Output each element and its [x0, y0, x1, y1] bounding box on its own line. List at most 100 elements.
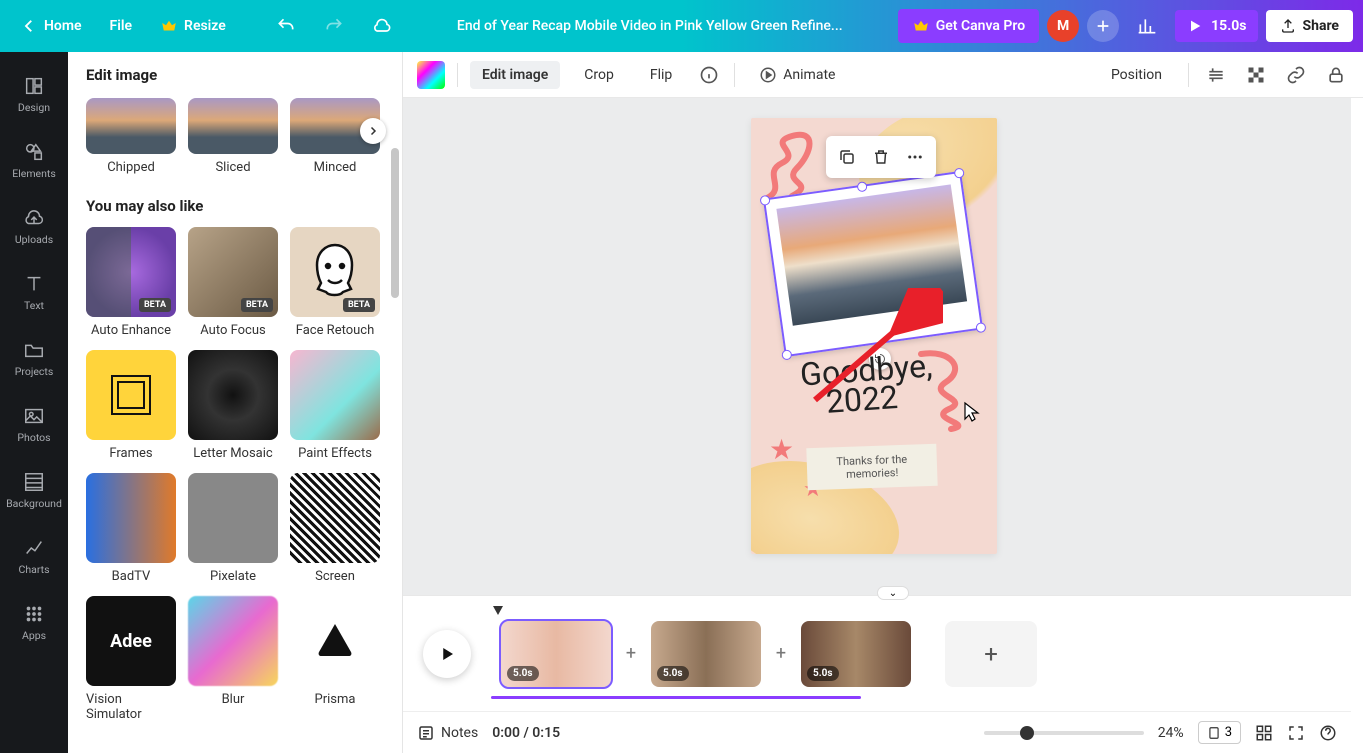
zoom-value[interactable]: 24% — [1158, 725, 1184, 741]
add-page-button[interactable]: + — [945, 621, 1037, 687]
crop-button[interactable]: Crop — [572, 61, 626, 89]
flip-button[interactable]: Flip — [638, 61, 684, 89]
timeline-clip[interactable]: 5.0s — [801, 621, 911, 687]
rail-apps[interactable]: Apps — [0, 590, 68, 654]
script-text[interactable]: Goodbye, 2022 — [799, 351, 935, 418]
rail-uploads[interactable]: Uploads — [0, 194, 68, 258]
effect-sliced[interactable] — [188, 98, 278, 154]
effect-pixelate[interactable] — [188, 473, 278, 563]
timeline: ⌄ 5.0s + 5.0s + 5.0s + — [403, 595, 1351, 711]
pages-icon — [1207, 726, 1221, 740]
position-button[interactable]: Position — [1099, 61, 1174, 89]
effect-paint-effects[interactable] — [290, 350, 380, 440]
share-button[interactable]: Share — [1266, 10, 1353, 42]
invite-button[interactable] — [1087, 10, 1119, 42]
effect-prisma[interactable] — [290, 596, 380, 686]
undo-button[interactable] — [266, 10, 306, 42]
add-transition-button[interactable]: + — [771, 643, 791, 664]
zoom-slider[interactable] — [984, 731, 1144, 735]
edit-image-button[interactable]: Edit image — [470, 61, 560, 89]
effect-chipped[interactable] — [86, 98, 176, 154]
rail-elements[interactable]: Elements — [0, 128, 68, 192]
get-pro-button[interactable]: Get Canva Pro — [898, 9, 1039, 43]
resize-handle[interactable] — [856, 181, 867, 192]
zoom-knob[interactable] — [1020, 726, 1034, 740]
transparency-icon[interactable] — [1243, 62, 1269, 88]
edit-image-panel: Edit image Chipped Sliced Minced You may… — [68, 52, 403, 753]
help-button[interactable] — [1319, 724, 1337, 742]
resize-handle[interactable] — [975, 322, 986, 333]
timeline-clip[interactable]: 5.0s — [501, 621, 611, 687]
section-heading: You may also like — [86, 197, 384, 215]
avatar[interactable]: M — [1047, 10, 1079, 42]
effect-badtv[interactable] — [86, 473, 176, 563]
notes-button[interactable]: Notes — [417, 724, 478, 742]
playback-time: 0:00 / 0:15 — [492, 725, 560, 741]
effect-vision-simulator[interactable]: Adee — [86, 596, 176, 686]
redo-button[interactable] — [314, 10, 354, 42]
left-rail: Design Elements Uploads Text Projects Ph… — [0, 52, 68, 753]
upload-icon — [1280, 18, 1296, 34]
resize-handle[interactable] — [759, 195, 770, 206]
info-icon[interactable] — [696, 62, 722, 88]
animate-button[interactable]: Animate — [747, 60, 847, 90]
grid-view-button[interactable] — [1255, 724, 1273, 742]
crown-icon — [160, 17, 178, 35]
effect-screen[interactable] — [290, 473, 380, 563]
duplicate-button[interactable] — [832, 142, 862, 172]
present-button[interactable]: 15.0s — [1175, 10, 1258, 42]
lock-icon[interactable] — [1323, 62, 1349, 88]
panel-scrollbar[interactable] — [391, 148, 399, 298]
play-icon — [1187, 18, 1203, 34]
chevron-left-icon — [20, 17, 38, 35]
top-bar: Home File Resize End of Year Recap Mobil… — [0, 0, 1363, 52]
delete-button[interactable] — [866, 142, 896, 172]
timeline-collapse-button[interactable]: ⌄ — [877, 586, 909, 600]
rail-projects[interactable]: Projects — [0, 326, 68, 390]
rail-design[interactable]: Design — [0, 62, 68, 126]
photo-content — [776, 184, 967, 325]
effects-grid: BETAAuto Enhance BETAAuto Focus BETAFace… — [86, 227, 384, 722]
insights-button[interactable] — [1127, 10, 1167, 42]
rail-text[interactable]: Text — [0, 260, 68, 324]
playhead[interactable] — [491, 606, 505, 620]
play-button[interactable] — [423, 630, 471, 678]
resize-handle[interactable] — [781, 349, 792, 360]
strip-next-button[interactable] — [360, 118, 386, 144]
rail-background[interactable]: Background — [0, 458, 68, 522]
effects-strip: Chipped Sliced Minced — [86, 98, 384, 175]
context-toolbar: Edit image Crop Flip Animate Position — [403, 52, 1363, 98]
canvas-page[interactable]: ★ ★ Goodbye, 2022 Thanks for the memorie… — [751, 118, 997, 554]
panel-title: Edit image — [68, 52, 402, 98]
crown-icon — [912, 17, 930, 35]
notes-icon — [417, 724, 435, 742]
audio-track[interactable] — [491, 696, 861, 699]
effect-blur[interactable] — [188, 596, 278, 686]
page-indicator[interactable]: 3 — [1198, 721, 1241, 744]
link-icon[interactable] — [1283, 62, 1309, 88]
nudge-icon[interactable] — [1203, 62, 1229, 88]
file-menu[interactable]: File — [100, 12, 143, 40]
effect-frames[interactable] — [86, 350, 176, 440]
effect-letter-mosaic[interactable] — [188, 350, 278, 440]
document-title[interactable]: End of Year Recap Mobile Video in Pink Y… — [410, 18, 890, 34]
canvas-area[interactable]: ★ ★ Goodbye, 2022 Thanks for the memorie… — [403, 98, 1351, 595]
more-button[interactable] — [900, 142, 930, 172]
resize-button[interactable]: Resize — [150, 11, 236, 41]
tape-text[interactable]: Thanks for the memories! — [806, 444, 937, 491]
bottom-bar: Notes 0:00 / 0:15 24% 3 — [403, 711, 1351, 753]
effect-auto-focus[interactable]: BETA — [188, 227, 278, 317]
rail-charts[interactable]: Charts — [0, 524, 68, 588]
effect-auto-enhance[interactable]: BETA — [86, 227, 176, 317]
effect-face-retouch[interactable]: BETA — [290, 227, 380, 317]
floating-element-toolbar — [826, 136, 936, 178]
rail-photos[interactable]: Photos — [0, 392, 68, 456]
add-transition-button[interactable]: + — [621, 643, 641, 664]
timeline-clip[interactable]: 5.0s — [651, 621, 761, 687]
selected-image[interactable] — [763, 171, 983, 357]
star-decoration: ★ — [769, 433, 794, 466]
cloud-sync-icon[interactable] — [362, 10, 402, 42]
home-button[interactable]: Home — [10, 11, 92, 41]
color-swatch[interactable] — [417, 61, 445, 89]
fullscreen-button[interactable] — [1287, 724, 1305, 742]
